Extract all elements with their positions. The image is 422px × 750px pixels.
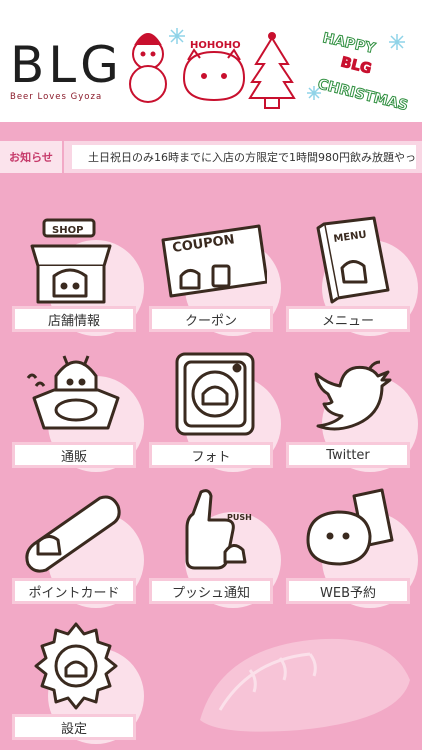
hohoho-text: HOHOHO [190,40,241,51]
svg-text:HAPPY: HAPPY [321,30,377,57]
cat-santa-icon: HOHOHO [182,40,246,102]
twitter-bird-icon [314,360,392,431]
menu-tile-label: 設定 [12,714,136,740]
menu-tile-label: ポイントカード [12,578,136,604]
snowman-icon [129,33,167,103]
settings-gear-icon [34,622,118,710]
menu-tile-settings[interactable]: 設定 [12,618,144,744]
app-header: BLG Beer Loves Gyoza HOHOHO HAPPY BLG CH… [0,0,422,122]
coupon-icon: COUPON [161,224,267,298]
christmas-banner-illustration: HOHOHO HAPPY BLG CHRISTMAS [129,28,410,115]
menu-tile-label: クーポン [149,306,273,332]
menu-tile-label: 店舗情報 [12,306,136,332]
menu-tile-label: プッシュ通知 [149,578,273,604]
shop-icon: SHOP [30,218,112,304]
menu-tile-label: 通販 [12,442,136,468]
svg-text:CHRISTMAS: CHRISTMAS [316,76,410,114]
push-thumb-icon: PUSH [185,489,252,570]
menu-tile-push[interactable]: PUSH プッシュ通知 [149,482,281,608]
menu-tile-shop[interactable]: SHOP 店舗情報 [12,210,144,336]
gyoza-background-illustration [200,638,410,732]
menu-tile-label: WEB予約 [286,578,410,604]
menu-tile-photo[interactable]: フォト [149,346,281,472]
news-label: お知らせ [0,141,64,173]
menu-tile-label: フォト [149,442,273,468]
svg-text:SHOP: SHOP [52,225,83,236]
header-scallop-edge [0,110,422,128]
menu-tile-coupon[interactable]: COUPON クーポン [149,210,281,336]
news-ticker[interactable]: お知らせ 土日祝日のみ16時までに入店の方限定で1時間980円飲み放題やってま [0,141,422,173]
svg-text:PUSH: PUSH [227,513,252,522]
point-card-icon [25,495,121,573]
menu-book-icon: MENU [316,216,390,304]
svg-text:BLG: BLG [339,54,373,77]
menu-tile-web-reservation[interactable]: WEB予約 [286,482,418,608]
christmas-tree-icon [248,32,296,109]
menu-tile-point-card[interactable]: ポイントカード [12,482,144,608]
menu-tile-label: Twitter [286,442,410,468]
web-reservation-icon [306,488,394,566]
menu-tile-label: メニュー [286,306,410,332]
news-text[interactable]: 土日祝日のみ16時までに入店の方限定で1時間980円飲み放題やってま [72,145,416,169]
brand-logo: BLG Beer Loves Gyoza [10,40,122,102]
menu-tile-mail-order[interactable]: 通販 [12,346,144,472]
mail-order-icon [26,355,120,430]
menu-tile-twitter[interactable]: Twitter [286,346,418,472]
photo-icon [175,352,255,436]
logo-text: BLG [10,36,123,94]
menu-tile-menu[interactable]: MENU メニュー [286,210,418,336]
